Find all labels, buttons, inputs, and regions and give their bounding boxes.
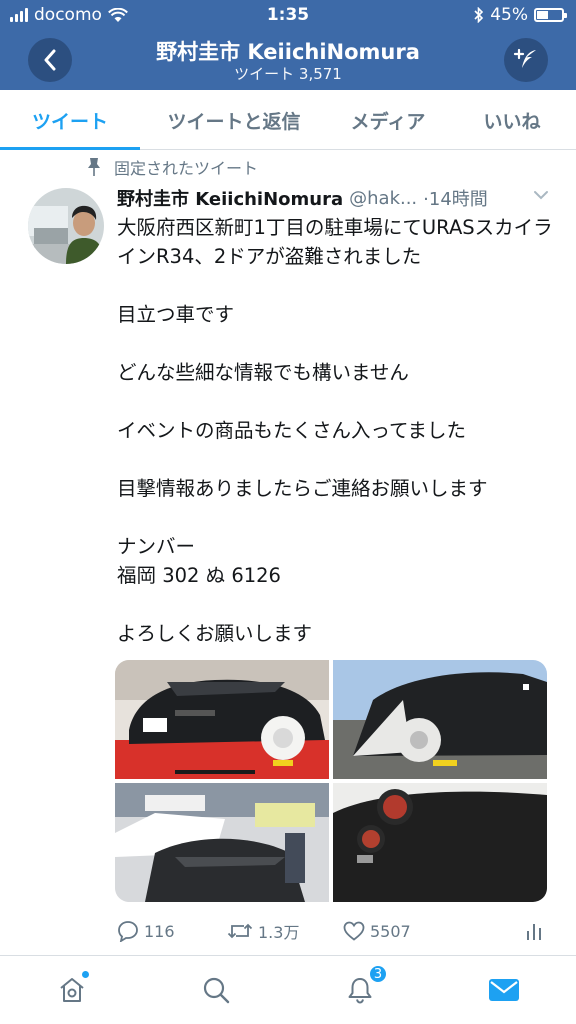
home-new-indicator <box>81 970 90 979</box>
reply-count: 116 <box>144 921 175 941</box>
tweet-photo-1[interactable] <box>115 660 329 779</box>
compose-icon <box>513 48 536 68</box>
tab-likes[interactable]: いいね <box>448 90 576 150</box>
tweet-line <box>117 271 557 300</box>
tweet-author-name[interactable]: 野村圭市 KeiichiNomura <box>117 185 343 211</box>
status-bar: docomo 1:35 45% <box>0 0 576 30</box>
profile-name-title: 野村圭市 KeiichiNomura <box>156 40 420 64</box>
home-icon <box>60 978 84 1002</box>
battery-icon <box>534 8 567 22</box>
like-count: 5507 <box>370 921 411 941</box>
heart-icon <box>343 921 365 941</box>
tweet-line: 目立つ車です <box>117 303 235 326</box>
notification-badge: 3 <box>368 964 388 984</box>
tweet-line: 福岡 302 ぬ 6126 <box>117 564 281 587</box>
tweet-text: 大阪府西区新町1丁目の駐車場にてURASスカイラインR34、2ドアが盗難されまし… <box>117 213 557 648</box>
profile-tabs: ツイート ツイートと返信 メディア いいね <box>0 90 576 150</box>
tweet-line: 大阪府西区新町1丁目の駐車場にてURASスカイラインR34、2ドアが盗難されまし… <box>117 216 553 268</box>
tab-media[interactable]: メディア <box>328 90 448 150</box>
tweet-author-handle[interactable]: @hak... <box>349 188 417 209</box>
search-icon <box>203 977 230 1004</box>
tweet-line: 目撃情報ありましたらご連絡お願いします <box>117 477 488 500</box>
pinned-indicator: 固定されたツイート <box>86 155 258 179</box>
pin-icon <box>88 158 100 176</box>
nav-home[interactable] <box>52 970 92 1010</box>
like-button[interactable]: 5507 <box>343 916 411 946</box>
messages-icon <box>489 979 519 1001</box>
nav-search[interactable] <box>196 970 236 1010</box>
compose-button[interactable] <box>504 38 548 82</box>
tweet-line <box>117 387 557 416</box>
tweet-line: イベントの商品もたくさん入ってました <box>117 419 467 442</box>
avatar[interactable] <box>28 188 104 264</box>
profile-header: docomo 1:35 45% 野村圭市 KeiichiNomura ツイート … <box>0 0 576 90</box>
retweet-button[interactable]: 1.3万 <box>227 916 299 946</box>
bluetooth-icon <box>474 7 484 23</box>
tweet-photo-2[interactable] <box>333 660 547 779</box>
tweet-photo-3[interactable] <box>115 783 329 902</box>
battery-percent: 45% <box>490 5 528 25</box>
pinned-label: 固定されたツイート <box>114 159 259 178</box>
reply-icon <box>118 921 138 942</box>
tweet-timestamp: ·14時間 <box>423 189 488 210</box>
tweet-line <box>117 445 557 474</box>
nav-notifications[interactable]: 3 <box>340 964 388 1010</box>
bottom-tab-bar: 3 <box>0 955 576 1024</box>
tweet-line: どんな些細な情報でも構いません <box>117 361 409 384</box>
tweet-line <box>117 329 557 358</box>
analytics-button[interactable] <box>525 916 543 946</box>
tweet-line <box>117 503 557 532</box>
chevron-down-icon[interactable] <box>533 189 549 201</box>
tab-tweets-and-replies[interactable]: ツイートと返信 <box>140 90 328 150</box>
tweet-line <box>117 590 557 619</box>
tweet-line: ナンバー <box>117 535 196 558</box>
tweet-actions: 116 1.3万 5507 <box>117 916 557 946</box>
retweet-icon <box>227 923 253 939</box>
tweet-line: よろしくお願いします <box>117 622 313 645</box>
tweet-media-grid <box>115 660 547 902</box>
tweet-count: ツイート 3,571 <box>234 65 342 83</box>
tweet-photo-4[interactable] <box>333 783 547 902</box>
active-tab-indicator <box>0 147 140 150</box>
retweet-count: 1.3万 <box>258 923 300 942</box>
analytics-icon <box>527 924 541 940</box>
reply-button[interactable]: 116 <box>117 916 175 946</box>
tweet-header: 野村圭市 KeiichiNomura @hak... ·14時間 <box>117 185 557 211</box>
tab-tweets[interactable]: ツイート <box>0 90 140 150</box>
nav-messages[interactable] <box>484 970 524 1010</box>
